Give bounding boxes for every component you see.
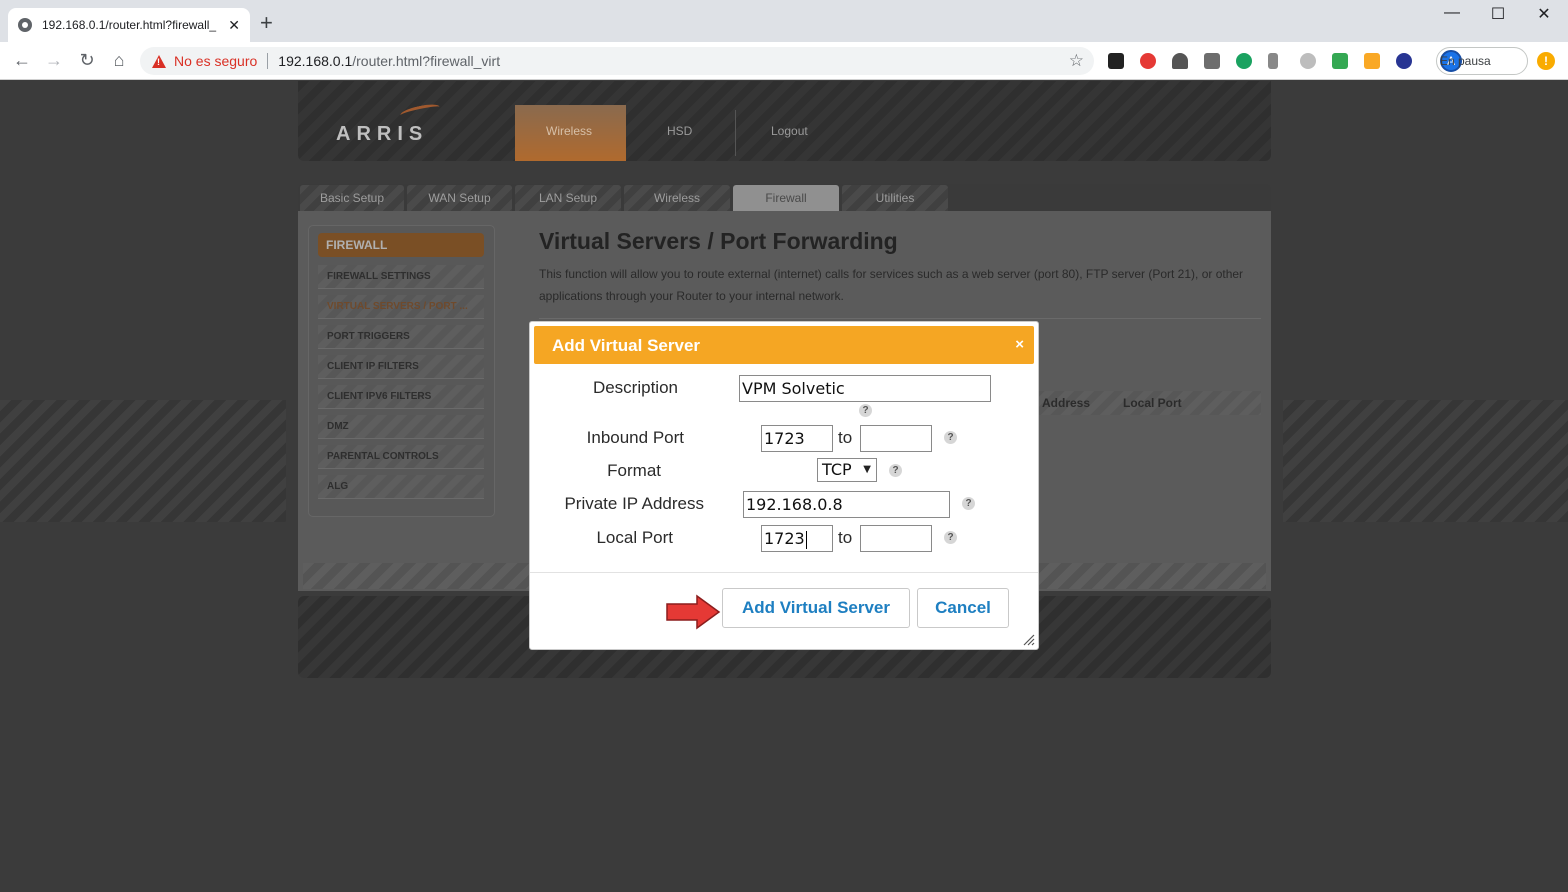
maximize-icon[interactable]: ☐: [1476, 4, 1520, 24]
text-cursor: [805, 530, 807, 549]
top-nav-wireless[interactable]: Wireless: [546, 124, 592, 138]
url-path: /router.html?firewall_virt: [352, 53, 501, 69]
tab-wireless[interactable]: Wireless: [624, 185, 730, 212]
top-nav-logout[interactable]: Logout: [771, 124, 808, 138]
help-icon[interactable]: ?: [944, 531, 957, 544]
add-virtual-server-dialog: Add Virtual Server × Description VPM Sol…: [529, 321, 1039, 650]
extension-icon[interactable]: [1364, 53, 1380, 69]
extension-icon[interactable]: [1204, 53, 1220, 69]
close-icon[interactable]: ×: [1015, 336, 1024, 353]
private-ip-field[interactable]: 192.168.0.8: [743, 491, 950, 518]
dropdown-caret-icon: ▼: [863, 464, 871, 475]
adblock-extension-icon[interactable]: [1140, 53, 1156, 69]
inbound-port-start-field[interactable]: 1723: [761, 425, 833, 452]
divider: [735, 110, 736, 156]
decorative-band: [0, 400, 286, 522]
browser-toolbar: ← → ↻ ⌂ No es seguro 192.168.0.1 /router…: [0, 42, 1568, 80]
home-icon[interactable]: ⌂: [107, 50, 131, 71]
new-tab-icon[interactable]: +: [260, 12, 273, 34]
local-port-end-field[interactable]: [860, 525, 932, 552]
inbound-port-label: Inbound Port: [586, 428, 684, 447]
minimize-icon[interactable]: —: [1430, 4, 1474, 22]
back-icon[interactable]: ←: [10, 50, 34, 71]
description-field[interactable]: VPM Solvetic: [739, 375, 991, 402]
globe-icon: [18, 18, 32, 32]
dialog-title: Add Virtual Server: [552, 336, 701, 355]
dialog-header: Add Virtual Server ×: [534, 326, 1034, 364]
local-port-start-field[interactable]: 1723: [761, 525, 833, 552]
url-host: 192.168.0.1: [278, 53, 353, 69]
local-port-start-value: 1723: [764, 529, 805, 548]
private-ip-label: Private IP Address: [564, 494, 704, 513]
help-icon[interactable]: ?: [889, 464, 902, 477]
sidebar-item-port-triggers[interactable]: PORT TRIGGERS: [318, 325, 484, 349]
sidebar-item-alg[interactable]: ALG: [318, 475, 484, 499]
divider: [267, 53, 269, 69]
security-label[interactable]: No es seguro: [174, 53, 257, 69]
tab-lan-setup[interactable]: LAN Setup: [515, 185, 621, 212]
extension-icon[interactable]: [1396, 53, 1412, 69]
extension-icon[interactable]: [1332, 53, 1348, 69]
sidebar-item-client-ipv6-filters[interactable]: CLIENT IPV6 FILTERS: [318, 385, 484, 409]
tab-strip: 192.168.0.1/router.html?firewall_ ✕ + — …: [0, 0, 1568, 42]
help-icon[interactable]: ?: [944, 431, 957, 444]
tab-basic-setup[interactable]: Basic Setup: [300, 185, 404, 212]
forward-icon[interactable]: →: [42, 50, 66, 71]
column-header-address: Address: [1042, 396, 1091, 410]
tab-wan-setup[interactable]: WAN Setup: [407, 185, 512, 212]
profile-label: En pausa: [1440, 54, 1491, 68]
add-virtual-server-button[interactable]: Add Virtual Server: [722, 588, 910, 628]
local-port-label: Local Port: [596, 528, 673, 547]
extension-icon[interactable]: [1268, 53, 1278, 69]
address-bar[interactable]: No es seguro 192.168.0.1 /router.html?fi…: [140, 47, 1094, 75]
extension-icon[interactable]: [1172, 53, 1188, 69]
sidebar-item-client-ip-filters[interactable]: CLIENT IP FILTERS: [318, 355, 484, 379]
page-description: This function will allow you to route ex…: [539, 267, 1244, 303]
tab-title: 192.168.0.1/router.html?firewall_: [42, 18, 217, 32]
to-label: to: [838, 428, 853, 447]
profile-button[interactable]: A En pausa: [1436, 47, 1528, 75]
browser-menu-icon[interactable]: !: [1537, 52, 1555, 70]
browser-tab[interactable]: 192.168.0.1/router.html?firewall_ ✕: [8, 8, 250, 42]
format-value: TCP: [822, 460, 852, 479]
tab-firewall[interactable]: Firewall: [733, 185, 839, 212]
sidebar-item-dmz[interactable]: DMZ: [318, 415, 484, 439]
divider: [530, 572, 1038, 573]
sidebar-heading: FIREWALL: [318, 233, 484, 257]
description-label: Description: [592, 378, 678, 397]
reload-icon[interactable]: ↻: [75, 50, 99, 71]
top-nav-hsd[interactable]: HSD: [667, 124, 692, 138]
page-title: Virtual Servers / Port Forwarding: [539, 228, 898, 254]
divider: [539, 318, 1261, 319]
warning-icon: [152, 54, 166, 68]
tab-close-icon[interactable]: ✕: [228, 17, 240, 34]
to-label: to: [838, 528, 853, 547]
help-icon[interactable]: ?: [962, 497, 975, 510]
cancel-button[interactable]: Cancel: [917, 588, 1009, 628]
red-arrow-icon: [666, 594, 721, 630]
sidebar-item-virtual-servers[interactable]: VIRTUAL SERVERS / PORT ...: [318, 295, 484, 319]
help-icon[interactable]: ?: [859, 404, 872, 417]
inbound-port-end-field[interactable]: [860, 425, 932, 452]
router-header: [298, 81, 1271, 161]
sidebar-item-parental-controls[interactable]: PARENTAL CONTROLS: [318, 445, 484, 469]
sidebar-item-firewall-settings[interactable]: FIREWALL SETTINGS: [318, 265, 484, 289]
url-extension-icon[interactable]: [1108, 53, 1124, 69]
window-close-icon[interactable]: ✕: [1522, 4, 1566, 24]
resize-handle-icon[interactable]: [1022, 633, 1035, 646]
arris-logo: ARRIS: [336, 123, 429, 145]
column-header-local-port: Local Port: [1123, 396, 1182, 410]
decorative-band: [1283, 400, 1568, 522]
bookmark-star-icon[interactable]: ☆: [1069, 51, 1084, 71]
format-label: Format: [607, 461, 661, 480]
tab-utilities[interactable]: Utilities: [842, 185, 948, 212]
extension-icon[interactable]: [1236, 53, 1252, 69]
format-select[interactable]: TCP ▼: [817, 458, 877, 482]
extension-icon[interactable]: [1300, 53, 1316, 69]
